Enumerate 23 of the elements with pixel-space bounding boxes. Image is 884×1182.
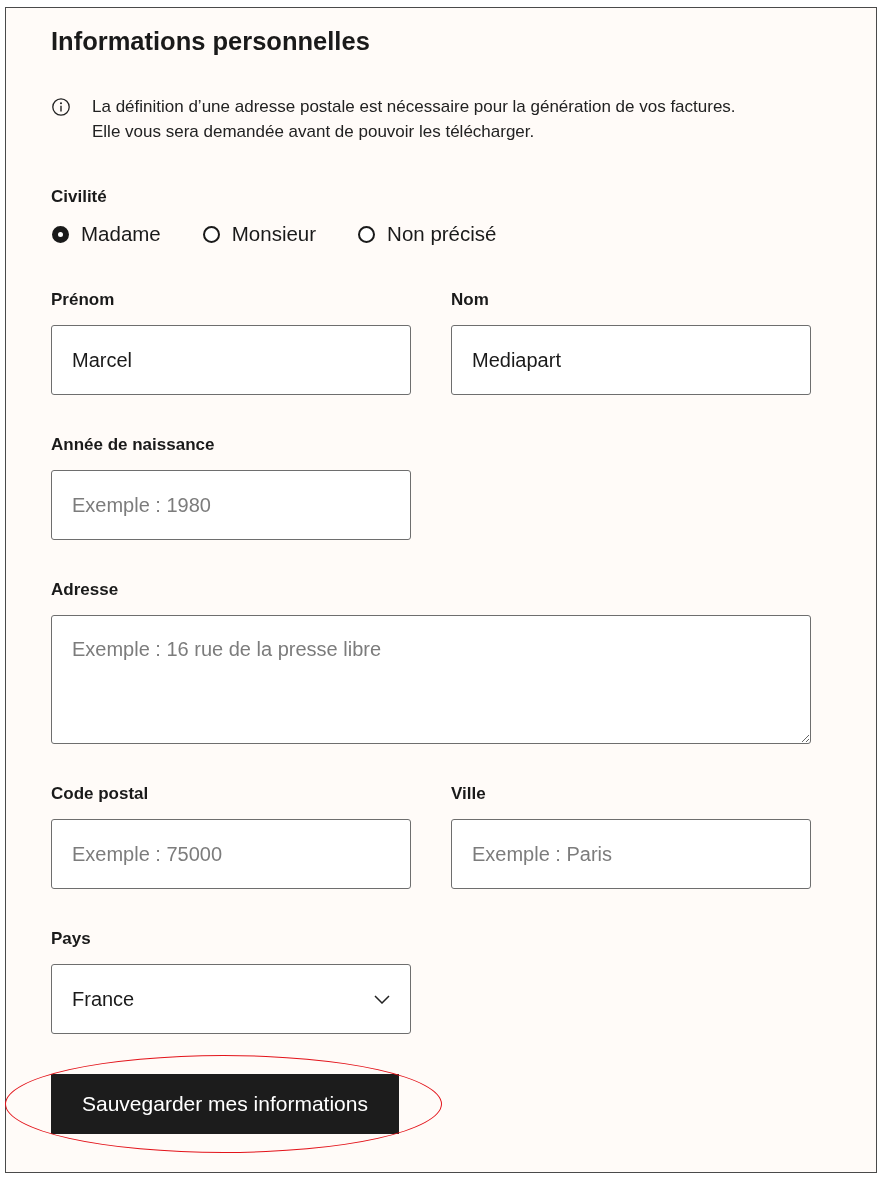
input-field[interactable]: Exemple : 1980: [51, 470, 411, 540]
field-label: Code postal: [51, 784, 150, 804]
radio-option[interactable]: Non précisé: [357, 222, 497, 246]
field-label: Adresse: [51, 580, 120, 600]
field-label: Pays: [51, 929, 92, 949]
chevron-down-icon: [374, 994, 390, 1004]
radio-option[interactable]: Monsieur: [201, 222, 317, 246]
field-label: Année de naissance: [51, 435, 216, 455]
field-label: Nom: [451, 290, 490, 310]
input-field[interactable]: Exemple : Paris: [451, 819, 811, 889]
field-label: Prénom: [51, 290, 116, 310]
save-button[interactable]: Sauvegarder mes informations: [51, 1074, 399, 1134]
radio-option[interactable]: Madame: [51, 222, 161, 246]
field-label: Ville: [451, 784, 487, 804]
info-icon: [52, 98, 70, 116]
field-label: Civilité: [51, 187, 107, 207]
input-field[interactable]: Exemple : 75000: [51, 819, 411, 889]
textarea-field[interactable]: Exemple : 16 rue de la presse libre: [51, 615, 811, 744]
input-field[interactable]: Marcel: [51, 325, 411, 395]
dropdown[interactable]: France: [51, 964, 411, 1034]
notice-text: La définition d’une adresse postale est nécessaire pour la génération de vos factures. Elle vous sera demandée avant de pouvoir les télécharger.: [92, 96, 736, 143]
section-title: Informations personnelles: [51, 26, 370, 56]
input-field[interactable]: Mediapart: [451, 325, 811, 395]
